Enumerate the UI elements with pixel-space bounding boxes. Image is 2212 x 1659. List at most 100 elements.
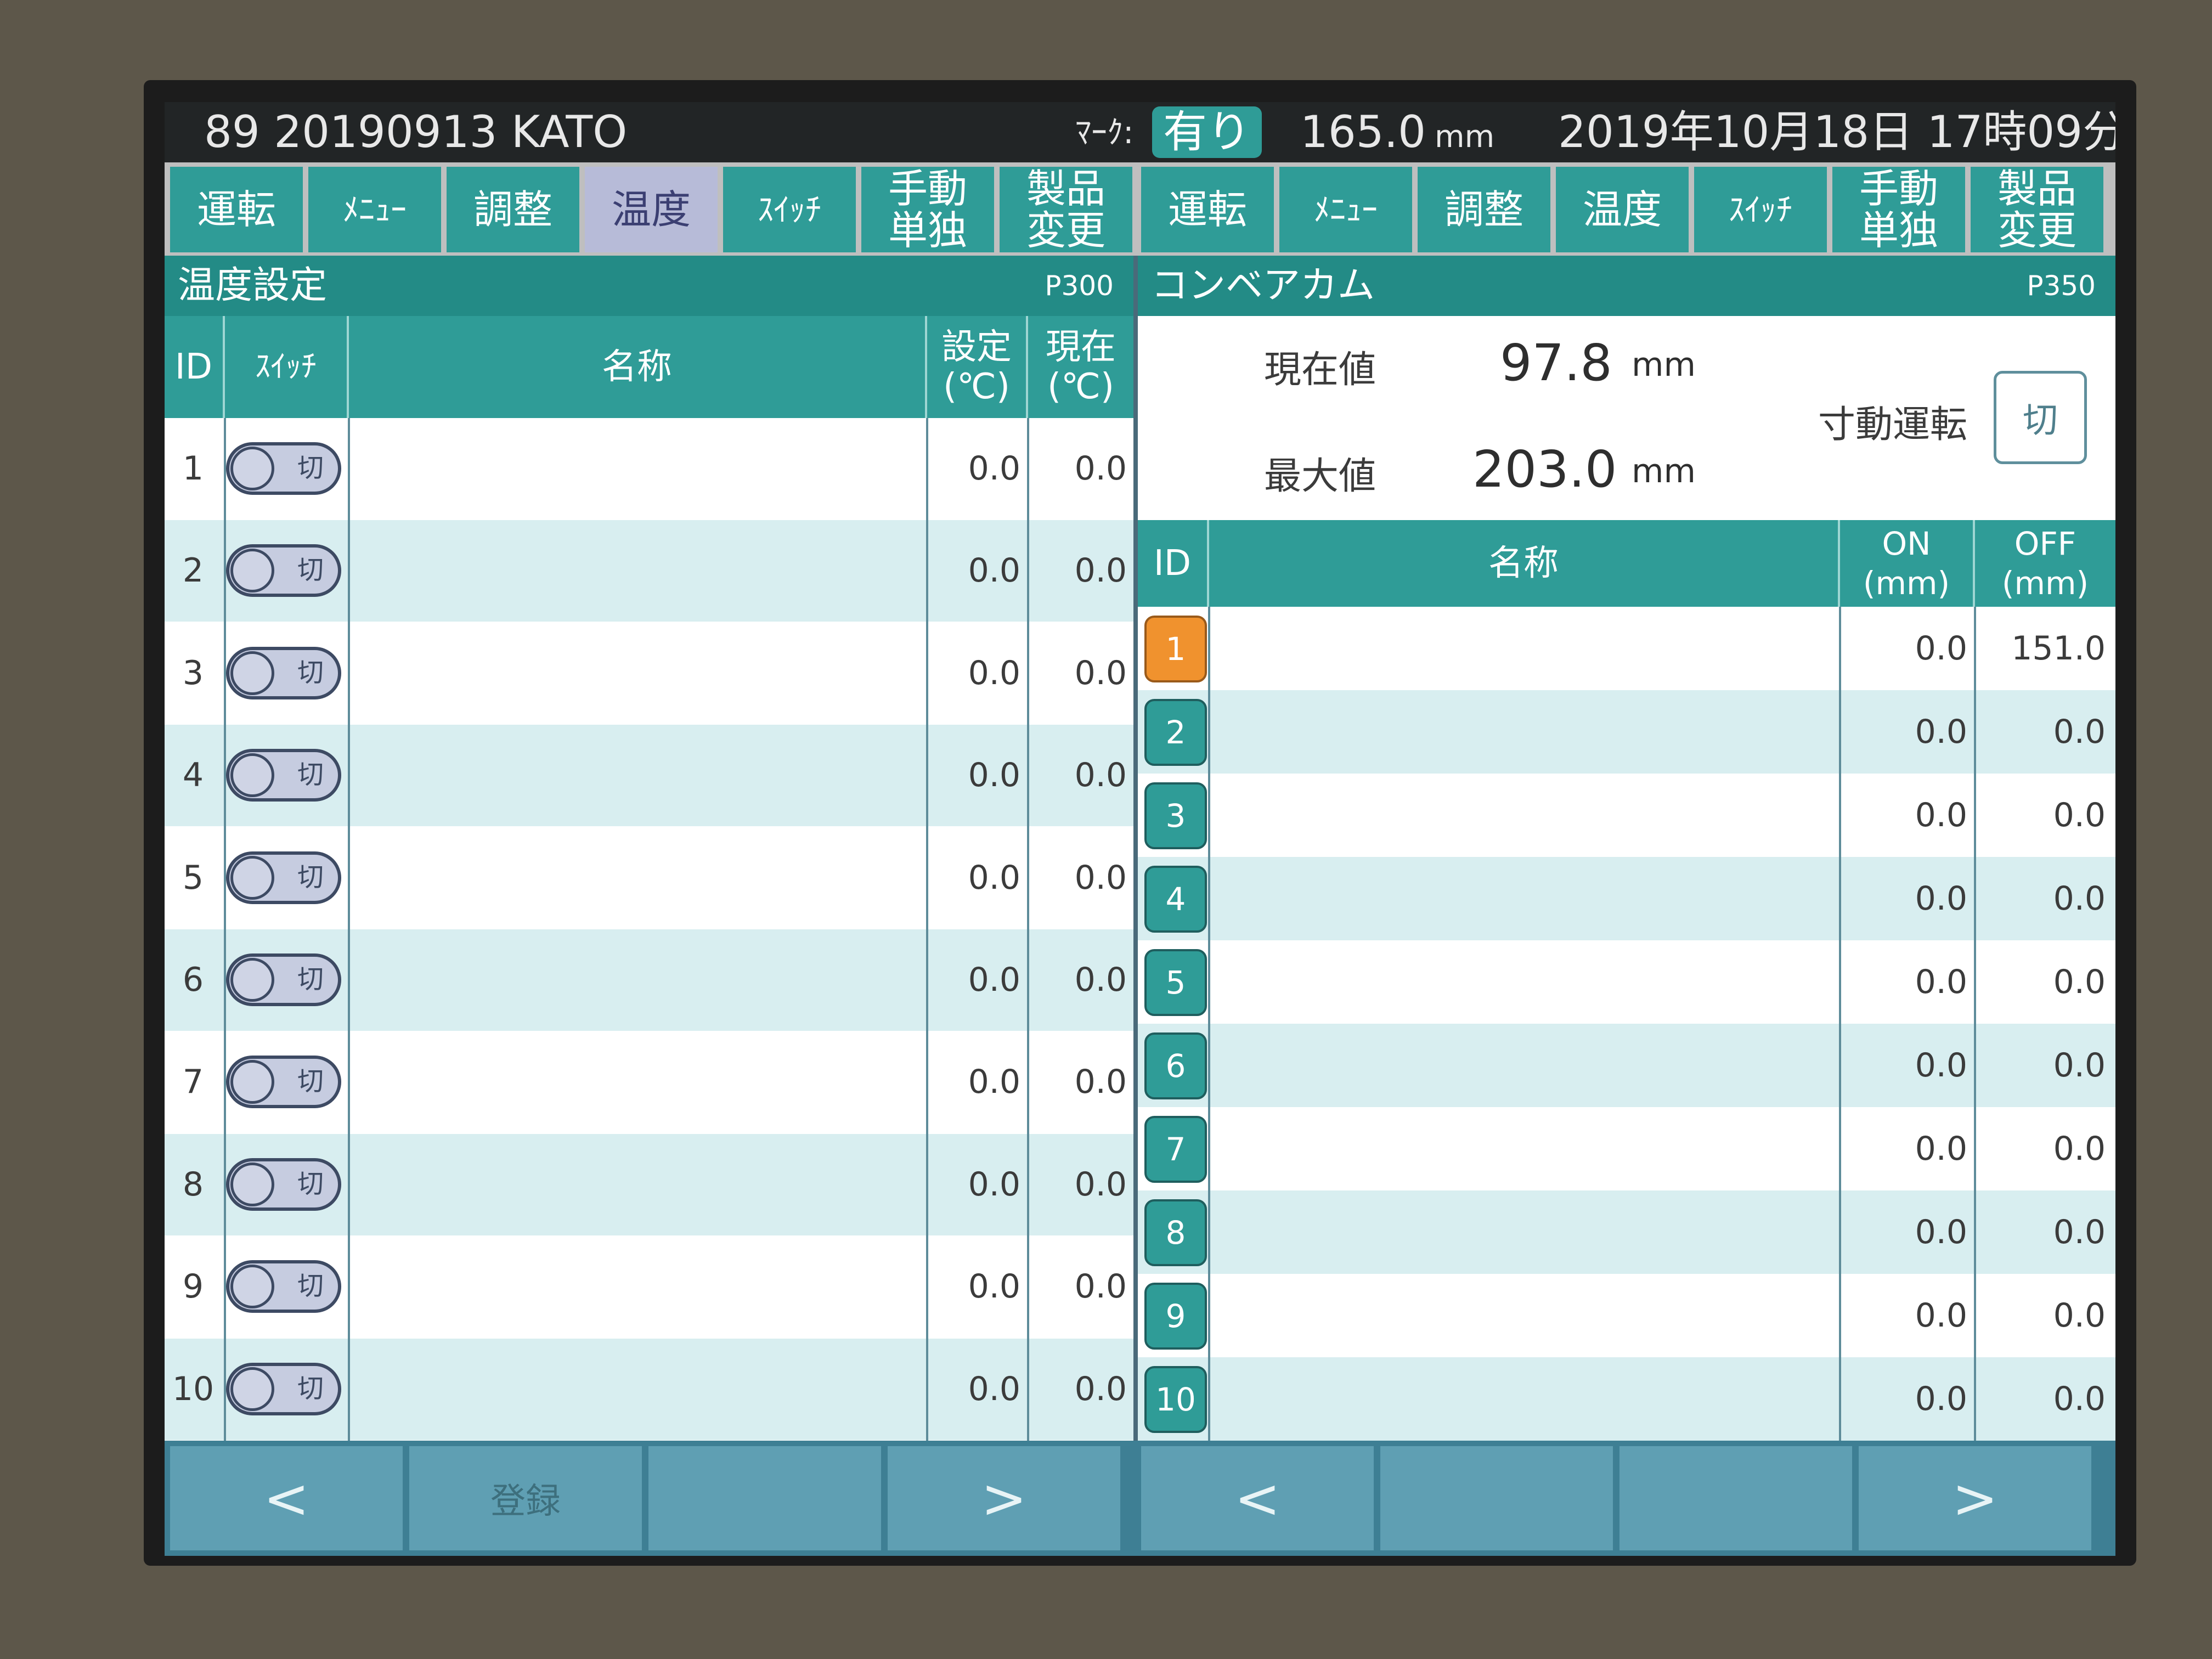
cam-off-value[interactable]: 0.0 xyxy=(1976,1024,2106,1107)
right-empty-button[interactable] xyxy=(1620,1446,1852,1550)
set-temperature[interactable]: 0.0 xyxy=(928,1031,1020,1133)
tab-4[interactable]: ｽｲｯﾁ xyxy=(723,167,856,252)
thickness-unit: mm xyxy=(1435,119,1495,155)
right-next-page-button[interactable]: > xyxy=(1859,1446,2091,1550)
row-name-field[interactable] xyxy=(351,520,925,622)
set-temperature[interactable]: 0.0 xyxy=(928,520,1020,622)
tab-0[interactable]: 運転 xyxy=(170,167,303,252)
cam-id-button[interactable]: 8 xyxy=(1144,1199,1207,1266)
tab-3[interactable]: 温度 xyxy=(585,167,718,252)
cam-id-button[interactable]: 4 xyxy=(1144,866,1207,933)
row-name-field[interactable] xyxy=(1211,1357,1837,1441)
left-empty-button[interactable] xyxy=(648,1446,881,1550)
left-next-page-button[interactable]: > xyxy=(888,1446,1120,1550)
row-name-field[interactable] xyxy=(1211,1024,1837,1107)
cam-on-value[interactable]: 0.0 xyxy=(1841,940,1967,1024)
cam-off-value[interactable]: 0.0 xyxy=(1976,857,2106,940)
cam-id-button[interactable]: 7 xyxy=(1144,1116,1207,1183)
tab-5[interactable]: 手動 単独 xyxy=(861,167,994,252)
row-name-field[interactable] xyxy=(1211,607,1837,690)
cam-id-button[interactable]: 9 xyxy=(1144,1283,1207,1350)
tab-12[interactable]: 手動 単独 xyxy=(1832,167,1965,252)
set-temperature[interactable]: 0.0 xyxy=(928,1134,1020,1235)
cam-on-value[interactable]: 0.0 xyxy=(1841,1274,1967,1357)
cam-on-value[interactable]: 0.0 xyxy=(1841,1357,1967,1441)
cam-off-value[interactable]: 0.0 xyxy=(1976,774,2106,857)
cam-on-value[interactable]: 0.0 xyxy=(1841,607,1967,690)
row-name-field[interactable] xyxy=(351,1236,925,1338)
row-name-field[interactable] xyxy=(1211,857,1837,940)
cam-on-value[interactable]: 0.0 xyxy=(1841,1024,1967,1107)
heater-switch-toggle[interactable]: 切 xyxy=(226,953,341,1006)
tab-10[interactable]: 温度 xyxy=(1556,167,1689,252)
row-name-field[interactable] xyxy=(1211,1190,1837,1274)
cam-off-value[interactable]: 151.0 xyxy=(1976,607,2106,690)
hmi-screen: 89 20190913 KATO ﾏｰｸ: 有り 165.0 mm 2019年10… xyxy=(165,102,2115,1556)
cam-off-value[interactable]: 0.0 xyxy=(1976,1274,2106,1357)
row-name-field[interactable] xyxy=(351,1031,925,1133)
row-name-field[interactable] xyxy=(1211,1107,1837,1190)
set-temperature[interactable]: 0.0 xyxy=(928,1339,1020,1440)
row-name-field[interactable] xyxy=(351,623,925,724)
set-temperature[interactable]: 0.0 xyxy=(928,929,1020,1031)
toggle-label: 切 xyxy=(297,1374,324,1403)
cam-off-value[interactable]: 0.0 xyxy=(1976,1107,2106,1190)
cam-on-value[interactable]: 0.0 xyxy=(1841,690,1967,774)
left-prev-page-button[interactable]: < xyxy=(170,1446,403,1550)
heater-switch-toggle[interactable]: 切 xyxy=(226,749,341,802)
heater-switch-toggle[interactable]: 切 xyxy=(226,1158,341,1211)
heater-switch-toggle[interactable]: 切 xyxy=(226,1056,341,1109)
heater-switch-toggle[interactable]: 切 xyxy=(226,646,341,699)
set-temperature[interactable]: 0.0 xyxy=(928,725,1020,826)
heater-switch-toggle[interactable]: 切 xyxy=(226,1260,341,1313)
cam-id-button[interactable]: 3 xyxy=(1144,782,1207,849)
cam-id-button[interactable]: 5 xyxy=(1144,949,1207,1016)
cam-id-button[interactable]: 1 xyxy=(1144,616,1207,682)
cam-on-value[interactable]: 0.0 xyxy=(1841,774,1967,857)
cam-off-value[interactable]: 0.0 xyxy=(1976,690,2106,774)
cam-on-value[interactable]: 0.0 xyxy=(1841,1107,1967,1190)
heater-switch-toggle[interactable]: 切 xyxy=(226,442,341,495)
heater-switch-toggle[interactable]: 切 xyxy=(226,851,341,904)
right-prev-page-button[interactable]: < xyxy=(1141,1446,1374,1550)
register-button[interactable]: 登録 xyxy=(409,1446,642,1550)
tab-2[interactable]: 調整 xyxy=(447,167,579,252)
cam-off-value[interactable]: 0.0 xyxy=(1976,1190,2106,1274)
tab-7[interactable]: 運転 xyxy=(1141,167,1274,252)
heater-switch-toggle[interactable]: 切 xyxy=(226,544,341,597)
inching-toggle-button[interactable]: 切 xyxy=(1994,371,2087,464)
table-row: 8 切 0.0 0.0 xyxy=(165,1133,1133,1235)
heater-switch-toggle[interactable]: 切 xyxy=(226,1362,341,1415)
row-name-field[interactable] xyxy=(1211,774,1837,857)
cam-id-button[interactable]: 10 xyxy=(1144,1366,1207,1433)
cam-on-value[interactable]: 0.0 xyxy=(1841,1190,1967,1274)
table-row: 10 0.0 0.0 xyxy=(1138,1357,2115,1441)
tab-8[interactable]: ﾒﾆｭｰ xyxy=(1279,167,1412,252)
row-name-field[interactable] xyxy=(351,725,925,826)
row-name-field[interactable] xyxy=(1211,690,1837,774)
set-temperature[interactable]: 0.0 xyxy=(928,827,1020,929)
cam-off-value[interactable]: 0.0 xyxy=(1976,940,2106,1024)
table-row: 3 切 0.0 0.0 xyxy=(165,622,1133,724)
right-empty-button[interactable] xyxy=(1380,1446,1613,1550)
set-temperature[interactable]: 0.0 xyxy=(928,418,1020,520)
tab-1[interactable]: ﾒﾆｭｰ xyxy=(308,167,441,252)
tab-6[interactable]: 製品 変更 xyxy=(1000,167,1132,252)
tab-13[interactable]: 製品 変更 xyxy=(1971,167,2103,252)
table-row: 6 0.0 0.0 xyxy=(1138,1024,2115,1107)
cam-on-value[interactable]: 0.0 xyxy=(1841,857,1967,940)
set-temperature[interactable]: 0.0 xyxy=(928,1236,1020,1338)
row-name-field[interactable] xyxy=(351,1339,925,1440)
row-name-field[interactable] xyxy=(351,827,925,929)
row-name-field[interactable] xyxy=(351,929,925,1031)
tab-9[interactable]: 調整 xyxy=(1418,167,1550,252)
cam-id-button[interactable]: 2 xyxy=(1144,699,1207,766)
row-name-field[interactable] xyxy=(1211,1274,1837,1357)
cam-id-button[interactable]: 6 xyxy=(1144,1032,1207,1099)
cam-off-value[interactable]: 0.0 xyxy=(1976,1357,2106,1441)
row-name-field[interactable] xyxy=(351,1134,925,1235)
set-temperature[interactable]: 0.0 xyxy=(928,623,1020,724)
tab-11[interactable]: ｽｲｯﾁ xyxy=(1694,167,1827,252)
row-name-field[interactable] xyxy=(1211,940,1837,1024)
row-name-field[interactable] xyxy=(351,418,925,520)
